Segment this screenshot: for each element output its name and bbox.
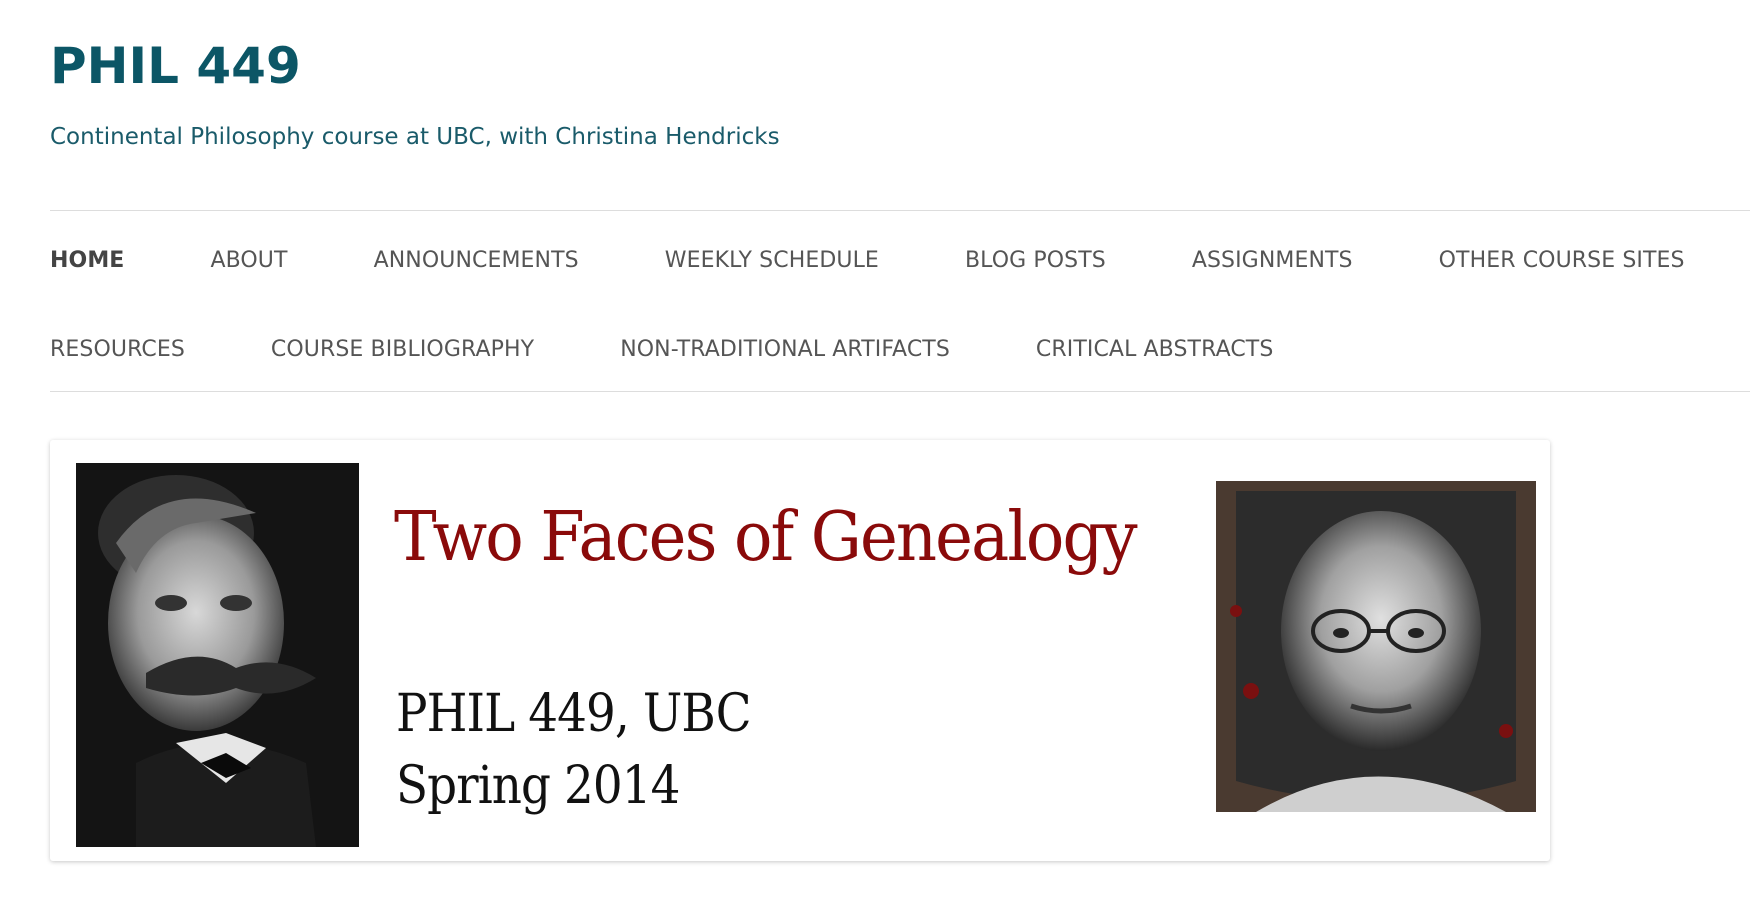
foucault-portrait-image	[1216, 481, 1536, 812]
nav-other-course-sites[interactable]: OTHER COURSE SITES	[1439, 241, 1685, 281]
nav-blog-posts[interactable]: BLOG POSTS	[965, 241, 1106, 281]
nav-row-2: RESOURCES COURSE BIBLIOGRAPHY NON-TRADITIO…	[50, 330, 1273, 370]
nav-row-1: HOME ABOUT ANNOUNCEMENTS WEEKLY SCHEDULE BLO…	[50, 241, 1685, 281]
banner-title: Two Faces of Genealogy	[394, 498, 1138, 577]
nav-non-traditional-artifacts[interactable]: NON-TRADITIONAL ARTIFACTS	[620, 330, 950, 370]
banner-subtitle-line-1: PHIL 449, UBC	[396, 684, 752, 744]
nav-about[interactable]: ABOUT	[210, 241, 287, 281]
nav-course-bibliography[interactable]: COURSE BIBLIOGRAPHY	[271, 330, 534, 370]
nav-assignments[interactable]: ASSIGNMENTS	[1192, 241, 1353, 281]
site-title[interactable]: PHIL 449	[50, 36, 301, 96]
nav-critical-abstracts[interactable]: CRITICAL ABSTRACTS	[1036, 330, 1274, 370]
main-navigation: HOME ABOUT ANNOUNCEMENTS WEEKLY SCHEDULE BLO…	[50, 210, 1750, 392]
nav-home[interactable]: HOME	[50, 241, 124, 281]
site-description: Continental Philosophy course at UBC, wi…	[50, 124, 780, 150]
nav-resources[interactable]: RESOURCES	[50, 330, 185, 370]
banner-subtitle-line-2: Spring 2014	[396, 756, 680, 816]
banner-subtitle: PHIL 449, UBC Spring 2014	[396, 678, 752, 822]
header-banner: Two Faces of Genealogy PHIL 449, UBC Spr…	[50, 440, 1550, 861]
nietzsche-portrait-image	[76, 463, 359, 847]
nav-weekly-schedule[interactable]: WEEKLY SCHEDULE	[665, 241, 879, 281]
nav-announcements[interactable]: ANNOUNCEMENTS	[374, 241, 579, 281]
